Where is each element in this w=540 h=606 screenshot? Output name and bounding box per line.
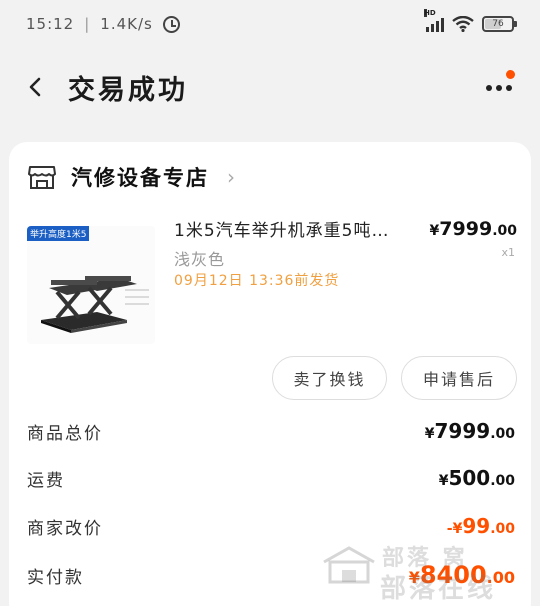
shipping-label: 运费 <box>27 470 65 491</box>
status-bar: 15:12 | 1.4K/s HD 76 <box>0 0 540 48</box>
car-lift-illustration <box>41 276 149 333</box>
shop-link[interactable]: 汽修设备专店 › <box>27 162 235 192</box>
paid-label: 实付款 <box>27 567 84 588</box>
page-title: 交易成功 <box>68 75 188 106</box>
status-left: 15:12 | 1.4K/s <box>26 15 180 33</box>
status-network-speed: 1.4K/s <box>100 15 153 33</box>
alarm-icon <box>162 15 180 33</box>
product-price-int: 7999 <box>439 218 493 240</box>
chevron-left-icon <box>29 77 41 97</box>
order-card: 汽修设备专店 › 举升高度1米5 1米5汽车举升机承重5吨… 浅灰色 09月12… <box>9 142 531 606</box>
summary-row-goods-total: 商品总价 ¥7999.00 <box>27 416 515 446</box>
product-image-tag: 举升高度1米5 <box>27 226 90 241</box>
shipping-value: ¥500.00 <box>438 466 515 490</box>
product-title[interactable]: 1米5汽车举升机承重5吨… <box>174 216 414 241</box>
summary-row-shipping: 运费 ¥500.00 <box>27 463 515 493</box>
goods-total-value: ¥7999.00 <box>424 419 515 443</box>
price-adjust-label: 商家改价 <box>27 518 103 539</box>
product-price-currency: ¥ <box>429 223 440 239</box>
summary-row-price-adjust: 商家改价 -¥99.00 <box>27 511 515 541</box>
price-adjust-value: -¥99.00 <box>446 514 515 538</box>
product-variant: 浅灰色 <box>174 250 226 269</box>
status-separator: | <box>84 15 91 33</box>
shop-name: 汽修设备专店 <box>71 165 209 190</box>
status-right: HD 76 <box>424 9 517 32</box>
wifi-icon <box>452 16 474 32</box>
aftersale-button[interactable]: 申请售后 <box>401 356 517 400</box>
product-image[interactable]: 举升高度1米5 <box>27 226 155 344</box>
shop-icon <box>27 163 57 191</box>
more-icon <box>486 85 512 91</box>
summary-row-paid: 实付款 ¥8400.00 <box>27 560 515 590</box>
goods-total-label: 商品总价 <box>27 423 103 444</box>
signal-hd-label: HD <box>424 9 436 17</box>
battery-icon: 76 <box>482 16 517 32</box>
more-button[interactable] <box>482 70 516 104</box>
battery-level: 76 <box>492 19 504 29</box>
product-ship-note: 09月12日 13:36前发货 <box>174 273 340 289</box>
product-price-dec: .00 <box>492 223 517 239</box>
product-quantity: x1 <box>501 246 515 259</box>
chevron-right-icon: › <box>227 165 235 189</box>
notification-badge <box>506 70 515 79</box>
paid-value: ¥8400.00 <box>408 561 515 589</box>
product-price: ¥7999.00 <box>430 218 517 240</box>
nav-bar: 交易成功 <box>0 58 540 114</box>
signal-icon: HD <box>424 9 444 32</box>
resell-button[interactable]: 卖了换钱 <box>272 356 387 400</box>
back-button[interactable] <box>20 72 50 102</box>
status-time: 15:12 <box>26 15 75 33</box>
